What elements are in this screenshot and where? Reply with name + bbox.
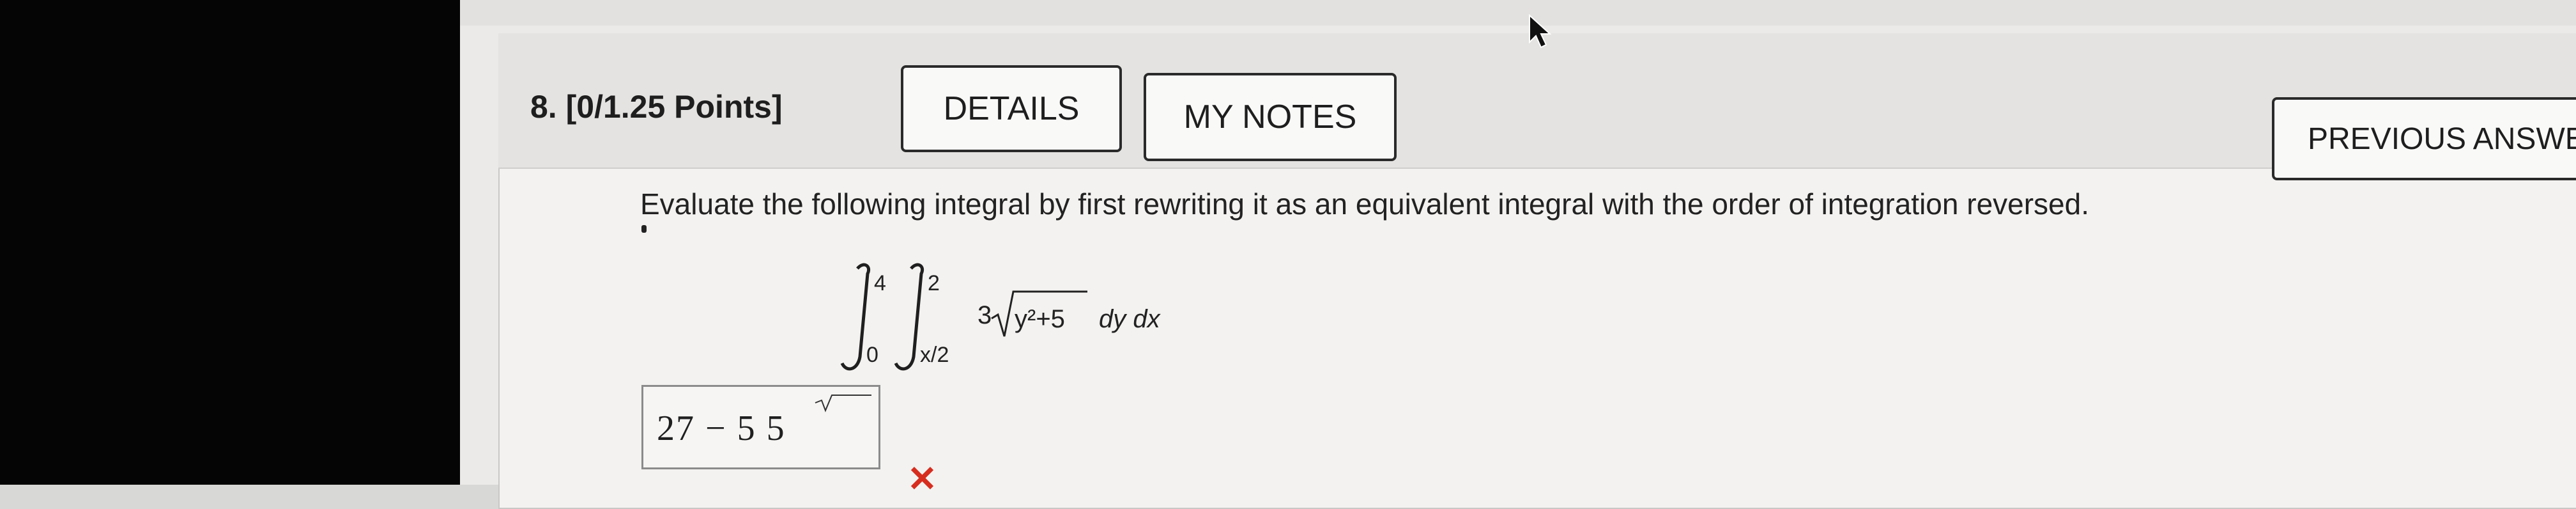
x-mark-icon: ✕ [907,458,937,499]
double-integral: 4 0 2 x/2 3 y²+5 dy dx [840,263,1162,371]
radicand: y²+5 [1015,305,1065,333]
details-button[interactable]: DETAILS [901,65,1122,152]
answer-radical-mark [815,395,871,412]
answer-value: 27 − 5 5 [657,409,786,448]
question-header [498,33,2576,169]
outer-upper-limit: 4 [874,271,886,295]
arrow-cursor-icon [1529,14,1551,49]
question-points: [0/1.25 Points] [565,89,783,125]
outer-lower-limit: 0 [866,343,878,367]
top-strip [460,0,2576,26]
question-index: 8. [530,89,557,125]
differentials: dy dx [1099,305,1162,333]
inner-lower-limit: x/2 [920,343,949,367]
inner-upper-limit: 2 [928,271,940,295]
prompt-marker [641,225,647,233]
question-prompt: Evaluate the following integral by first… [640,187,2089,221]
monitor-bezel [0,0,460,485]
integrand-coefficient: 3 [977,301,992,329]
my-notes-button[interactable]: MY NOTES [1144,73,1397,161]
previous-answers-button[interactable]: PREVIOUS ANSWE [2272,97,2576,180]
question-number: 8. [0/1.25 Points] [530,88,783,125]
